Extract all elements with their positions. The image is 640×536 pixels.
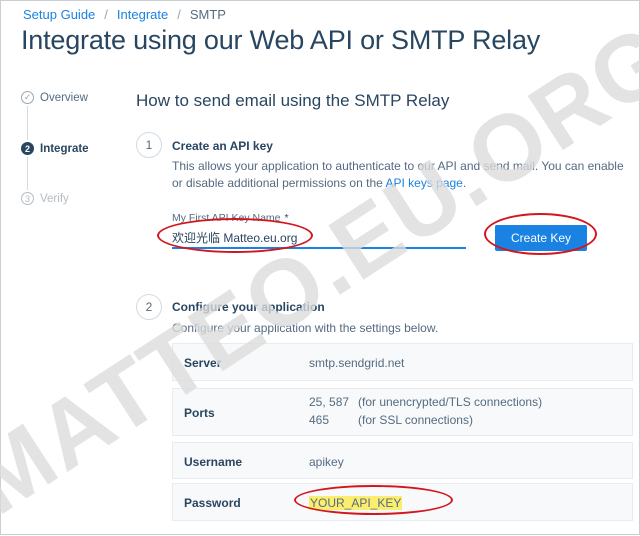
breadcrumb-separator: / [104, 7, 108, 22]
step1-description: This allows your application to authenti… [172, 158, 627, 192]
settings-row-server: Server smtp.sendgrid.net [172, 343, 633, 381]
stepper-line [27, 157, 28, 190]
step-verify[interactable]: 3 Verify [21, 192, 69, 205]
section-title: How to send email using the SMTP Relay [136, 91, 450, 110]
port-note: (for unencrypted/TLS connections) [358, 395, 543, 409]
step2-number-badge: 2 [136, 294, 162, 320]
step1-number-badge: 1 [136, 132, 162, 158]
username-value: apikey [309, 455, 344, 469]
breadcrumb-separator: / [177, 7, 181, 22]
api-key-name-label: My First API Key Name * [172, 212, 289, 224]
username-label: Username [184, 455, 243, 469]
step-overview[interactable]: ✓ Overview [21, 91, 88, 104]
breadcrumb-link-integrate[interactable]: Integrate [117, 7, 168, 22]
step-label: Overview [40, 91, 88, 104]
screenshot-frame: Setup Guide / Integrate / SMTP Integrate usi… [0, 0, 640, 535]
settings-row-ports: Ports 25, 587 (for unencrypted/TLS conne… [172, 388, 633, 436]
step-number-icon: 2 [21, 142, 34, 155]
settings-row-username: Username apikey [172, 442, 633, 479]
breadcrumb-link-setup-guide[interactable]: Setup Guide [23, 7, 95, 22]
api-key-name-input[interactable] [172, 227, 466, 249]
step-number-icon: 3 [21, 192, 34, 205]
check-icon: ✓ [21, 91, 34, 104]
password-label: Password [184, 496, 241, 510]
settings-row-password: Password YOUR_API_KEY [172, 483, 633, 521]
breadcrumb-current: SMTP [189, 7, 226, 22]
step-integrate[interactable]: 2 Integrate [21, 142, 89, 155]
page-title: Integrate using our Web API or SMTP Rela… [21, 25, 541, 55]
step-label: Integrate [40, 142, 89, 155]
password-value: YOUR_API_KEY [309, 496, 403, 510]
step2-description: Configure your application with the sett… [172, 321, 439, 335]
server-label: Server [184, 356, 222, 370]
step1-description-end: . [462, 176, 467, 190]
step-label: Verify [40, 192, 69, 205]
breadcrumb: Setup Guide / Integrate / SMTP [23, 7, 226, 22]
port-value: 25, 587 [309, 395, 350, 409]
create-key-button[interactable]: Create Key [495, 225, 587, 251]
step1-title: Create an API key [172, 139, 273, 153]
port-note: (for SSL connections) [358, 413, 473, 427]
required-marker: * [284, 212, 289, 224]
port-value: 465 [309, 413, 330, 427]
ports-label: Ports [184, 406, 215, 420]
stepper-line [27, 106, 28, 140]
step2-title: Configure your application [172, 300, 325, 314]
api-keys-page-link[interactable]: API keys page [385, 176, 462, 190]
server-value: smtp.sendgrid.net [309, 356, 405, 370]
api-key-name-label-text: My First API Key Name [172, 212, 281, 224]
